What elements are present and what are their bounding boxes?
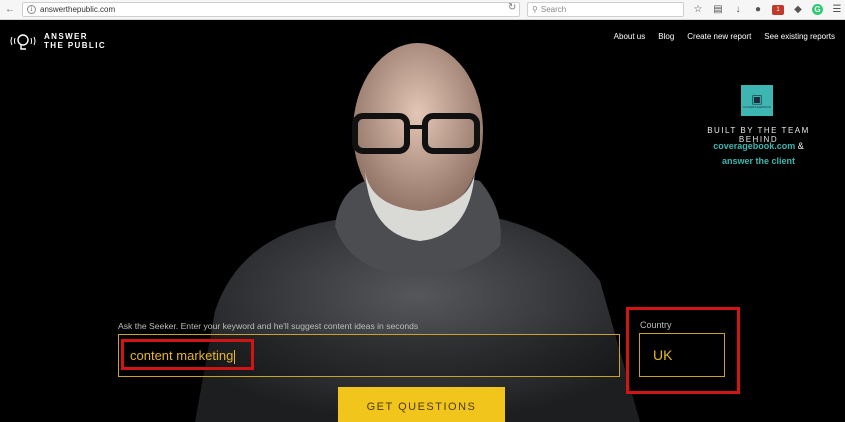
chat-icon[interactable]: ●	[752, 4, 764, 16]
logo-line-2: THE PUBLIC	[44, 41, 106, 50]
ampersand: &	[797, 141, 804, 151]
search-icon: ⚲	[532, 5, 538, 14]
nav-blog[interactable]: Blog	[658, 32, 674, 41]
nav-create-new-report[interactable]: Create new report	[687, 32, 751, 41]
keyword-highlight-box	[121, 339, 254, 370]
grammarly-icon[interactable]: G	[812, 4, 823, 15]
extension-badge-icon[interactable]: 1	[772, 4, 784, 15]
keyword-prompt: Ask the Seeker. Enter your keyword and h…	[118, 321, 419, 331]
toolbar-icons: ☆ ▤ ↓ ● 1 ◆ G ☰	[692, 2, 843, 17]
info-icon[interactable]: i	[27, 5, 36, 14]
coveragebook-logo[interactable]: ▣ COVERAGEBOOK	[741, 85, 773, 116]
shield-icon[interactable]: ◆	[792, 4, 804, 16]
star-icon[interactable]: ☆	[692, 4, 704, 16]
nav-see-existing-reports[interactable]: See existing reports	[764, 32, 835, 41]
seeker-head-icon	[10, 31, 36, 51]
reload-icon[interactable]: ↻	[508, 2, 516, 13]
download-icon[interactable]: ↓	[732, 4, 744, 16]
coveragebook-link-row: coveragebook.com &	[686, 141, 831, 151]
logo-wordmark: ANSWER THE PUBLIC	[44, 32, 106, 50]
search-placeholder: Search	[540, 5, 567, 14]
address-bar[interactable]: i answerthepublic.com	[22, 2, 520, 17]
book-icon: ▣	[751, 91, 763, 106]
logo-line-1: ANSWER	[44, 32, 88, 41]
coveragebook-logo-text: COVERAGEBOOK	[742, 104, 772, 109]
browser-toolbar: ← i answerthepublic.com ↻ ⚲ Search ☆ ▤ ↓…	[0, 0, 845, 20]
url-text: answerthepublic.com	[40, 5, 116, 14]
nav-about-us[interactable]: About us	[614, 32, 646, 41]
top-nav: About us Blog Create new report See exis…	[614, 32, 835, 41]
coveragebook-link[interactable]: coveragebook.com	[713, 141, 795, 151]
back-arrow-icon[interactable]: ←	[3, 3, 17, 17]
page: ANSWER THE PUBLIC About us Blog Create n…	[0, 21, 845, 422]
menu-icon[interactable]: ☰	[831, 4, 843, 16]
clipboard-icon[interactable]: ▤	[712, 4, 724, 16]
answer-the-client-link[interactable]: answer the client	[686, 156, 831, 166]
get-questions-button[interactable]: GET QUESTIONS	[338, 387, 505, 422]
site-logo[interactable]: ANSWER THE PUBLIC	[10, 31, 106, 51]
browser-search-input[interactable]: ⚲ Search	[527, 2, 684, 17]
country-highlight-box	[626, 307, 740, 394]
